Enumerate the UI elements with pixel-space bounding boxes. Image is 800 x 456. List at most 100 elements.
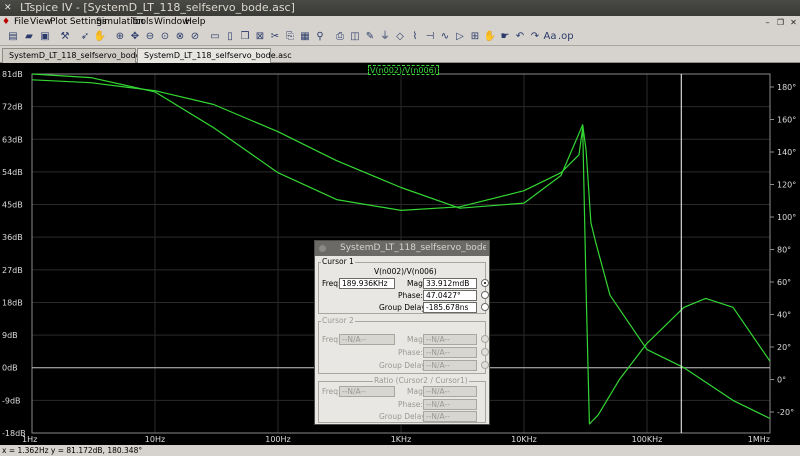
drag-icon[interactable]: ☛ xyxy=(498,30,512,44)
run-icon[interactable]: ➶ xyxy=(78,30,92,44)
left-axis-tick-label: 18dB xyxy=(2,298,23,307)
cursor2-mag-field: --N/A-- xyxy=(423,334,477,345)
ratio-freq-label: Freq: xyxy=(322,387,341,396)
document-tabs: SystemD_LT_118_selfservo_bode.asc System… xyxy=(0,46,800,63)
x-axis-tick-label: 10KHz xyxy=(511,435,537,444)
close-window-icon[interactable]: ⊠ xyxy=(253,30,267,44)
copy-icon[interactable]: ⎘ xyxy=(283,30,297,44)
right-axis-tick-label: 40° xyxy=(777,311,791,320)
find-icon[interactable]: ⚲ xyxy=(313,30,327,44)
tab-schematic-1[interactable]: SystemD_LT_118_selfservo_bode.asc xyxy=(2,48,157,63)
cursor1-group-delay-radio[interactable] xyxy=(481,303,489,311)
title-bar: ✕ LTspice IV - [SystemD_LT_118_selfservo… xyxy=(0,0,800,16)
menu-help[interactable]: Help xyxy=(185,16,206,29)
right-axis-tick-label: 80° xyxy=(777,246,791,255)
tab-schematic-2[interactable]: SystemD_LT_118_selfservo_bode.asc xyxy=(137,48,292,63)
zoom-fit-icon[interactable]: ⊙ xyxy=(158,30,172,44)
redo-icon[interactable]: ↷ xyxy=(528,30,542,44)
cursor1-freq-field[interactable]: 189.936KHz xyxy=(339,278,395,289)
component-icon[interactable]: ⊞ xyxy=(468,30,482,44)
cut-icon[interactable]: ✂ xyxy=(268,30,282,44)
open-icon[interactable]: ▰ xyxy=(22,30,36,44)
pan-icon[interactable]: ✥ xyxy=(128,30,142,44)
left-axis-tick-label: -9dB xyxy=(2,396,21,405)
zoom-in-icon[interactable]: ⊕ xyxy=(113,30,127,44)
ratio-phase-field: --N/A-- xyxy=(423,399,477,410)
left-axis-tick-label: 81dB xyxy=(2,70,23,79)
inductor-icon[interactable]: ∿ xyxy=(438,30,452,44)
left-axis-tick-label: 36dB xyxy=(2,233,23,242)
cursor-dialog[interactable]: SystemD_LT_118_selfservo_bode Cursor 1 V… xyxy=(314,240,490,425)
left-axis-tick-label: 9dB xyxy=(2,331,18,340)
ratio-group-label: Ratio (Cursor2 / Cursor1) xyxy=(373,376,469,386)
right-axis-tick-label: 120° xyxy=(777,181,796,190)
x-axis-tick-label: 1MHz xyxy=(748,435,770,444)
x-axis-tick-label: 100Hz xyxy=(265,435,290,444)
cursor1-group: Cursor 1 V(n002)/V(n006) Freq: 189.936KH… xyxy=(318,257,489,314)
cursor2-group-delay-radio xyxy=(481,361,489,369)
x-axis-tick-label: 10Hz xyxy=(145,435,165,444)
cursor-position-readout: x = 1.362Hz y = 81.172dB, 180.348° xyxy=(2,446,143,455)
cursor2-phase-radio xyxy=(481,348,489,356)
cursor1-group-delay-field[interactable]: -185.678ns xyxy=(423,302,477,313)
undo-icon[interactable]: ↶ xyxy=(513,30,527,44)
new-schematic-icon[interactable]: ▤ xyxy=(6,30,20,44)
tile-vertical-icon[interactable]: ▯ xyxy=(223,30,237,44)
right-axis-tick-label: 180° xyxy=(777,83,796,92)
close-icon[interactable]: ✕ xyxy=(788,17,799,28)
label-net-icon[interactable]: ◇ xyxy=(393,30,407,44)
ltspice-app-icon[interactable]: ♦ xyxy=(2,17,12,27)
ratio-mag-field: --N/A-- xyxy=(423,386,477,397)
left-axis-tick-label: 27dB xyxy=(2,266,23,275)
ratio-group-delay-label: Group Delay: xyxy=(379,412,428,421)
print-preview-icon[interactable]: ◫ xyxy=(348,30,362,44)
trace-expression-label[interactable]: V(n002)/V(n006) xyxy=(368,65,439,75)
ground-icon[interactable]: ⏚ xyxy=(378,30,392,44)
spice-directive-icon[interactable]: .op xyxy=(558,30,574,44)
x-axis-tick-label: 1Hz xyxy=(22,435,37,444)
ratio-phase-label: Phase: xyxy=(398,400,423,409)
cursor1-mag-radio[interactable] xyxy=(481,279,489,287)
left-axis-tick-label: 45dB xyxy=(2,201,23,210)
right-axis-tick-label: 100° xyxy=(777,213,796,222)
cursor2-freq-label: Freq: xyxy=(322,335,341,344)
paste-icon[interactable]: ▦ xyxy=(298,30,312,44)
cursor1-phase-radio[interactable] xyxy=(481,291,489,299)
right-axis-tick-label: 60° xyxy=(777,278,791,287)
zoom-out-icon[interactable]: ⊖ xyxy=(143,30,157,44)
cursor2-group-label: Cursor 2 xyxy=(321,316,355,326)
diode-icon[interactable]: ▷ xyxy=(453,30,467,44)
cursor2-group-delay-field: --N/A-- xyxy=(423,360,477,371)
cursor1-mag-field[interactable]: 33.912mdB xyxy=(423,278,477,289)
menu-file[interactable]: File xyxy=(14,16,29,29)
menu-view[interactable]: View xyxy=(30,16,51,29)
cursor1-freq-label: Freq: xyxy=(322,279,341,288)
control-panel-icon[interactable]: ⚒ xyxy=(58,30,72,44)
save-icon[interactable]: ▣ xyxy=(38,30,52,44)
text-icon[interactable]: Aa xyxy=(543,30,557,44)
right-axis-tick-label: 20° xyxy=(777,343,791,352)
x-axis-tick-label: 1KHz xyxy=(391,435,412,444)
left-axis-tick-label: 72dB xyxy=(2,103,23,112)
restore-icon[interactable]: ❐ xyxy=(775,17,786,28)
capacitor-icon[interactable]: ⊣ xyxy=(423,30,437,44)
zoom-full-icon[interactable]: ⊘ xyxy=(188,30,202,44)
halt-icon[interactable]: ✋ xyxy=(93,30,107,44)
cascade-icon[interactable]: ❒ xyxy=(238,30,252,44)
right-axis-tick-label: 160° xyxy=(777,116,796,125)
cursor1-group-delay-label: Group Delay: xyxy=(379,303,428,312)
tile-horizontal-icon[interactable]: ▭ xyxy=(208,30,222,44)
cursor1-phase-field[interactable]: 47.0427° xyxy=(423,290,477,301)
move-icon[interactable]: ✋ xyxy=(483,30,497,44)
window-menu-icon[interactable]: ✕ xyxy=(4,3,14,13)
dialog-title-bar[interactable]: SystemD_LT_118_selfservo_bode xyxy=(315,241,489,256)
print-icon[interactable]: ⎙ xyxy=(333,30,347,44)
autorange-icon[interactable]: ⊗ xyxy=(173,30,187,44)
minimize-icon[interactable]: – xyxy=(762,17,773,28)
cursor1-phase-label: Phase: xyxy=(398,291,423,300)
wire-icon[interactable]: ✎ xyxy=(363,30,377,44)
resistor-icon[interactable]: ⌇ xyxy=(408,30,422,44)
menu-tools[interactable]: Tools xyxy=(131,16,153,29)
dialog-title: SystemD_LT_118_selfservo_bode xyxy=(340,243,486,253)
dialog-close-icon[interactable] xyxy=(319,245,326,252)
